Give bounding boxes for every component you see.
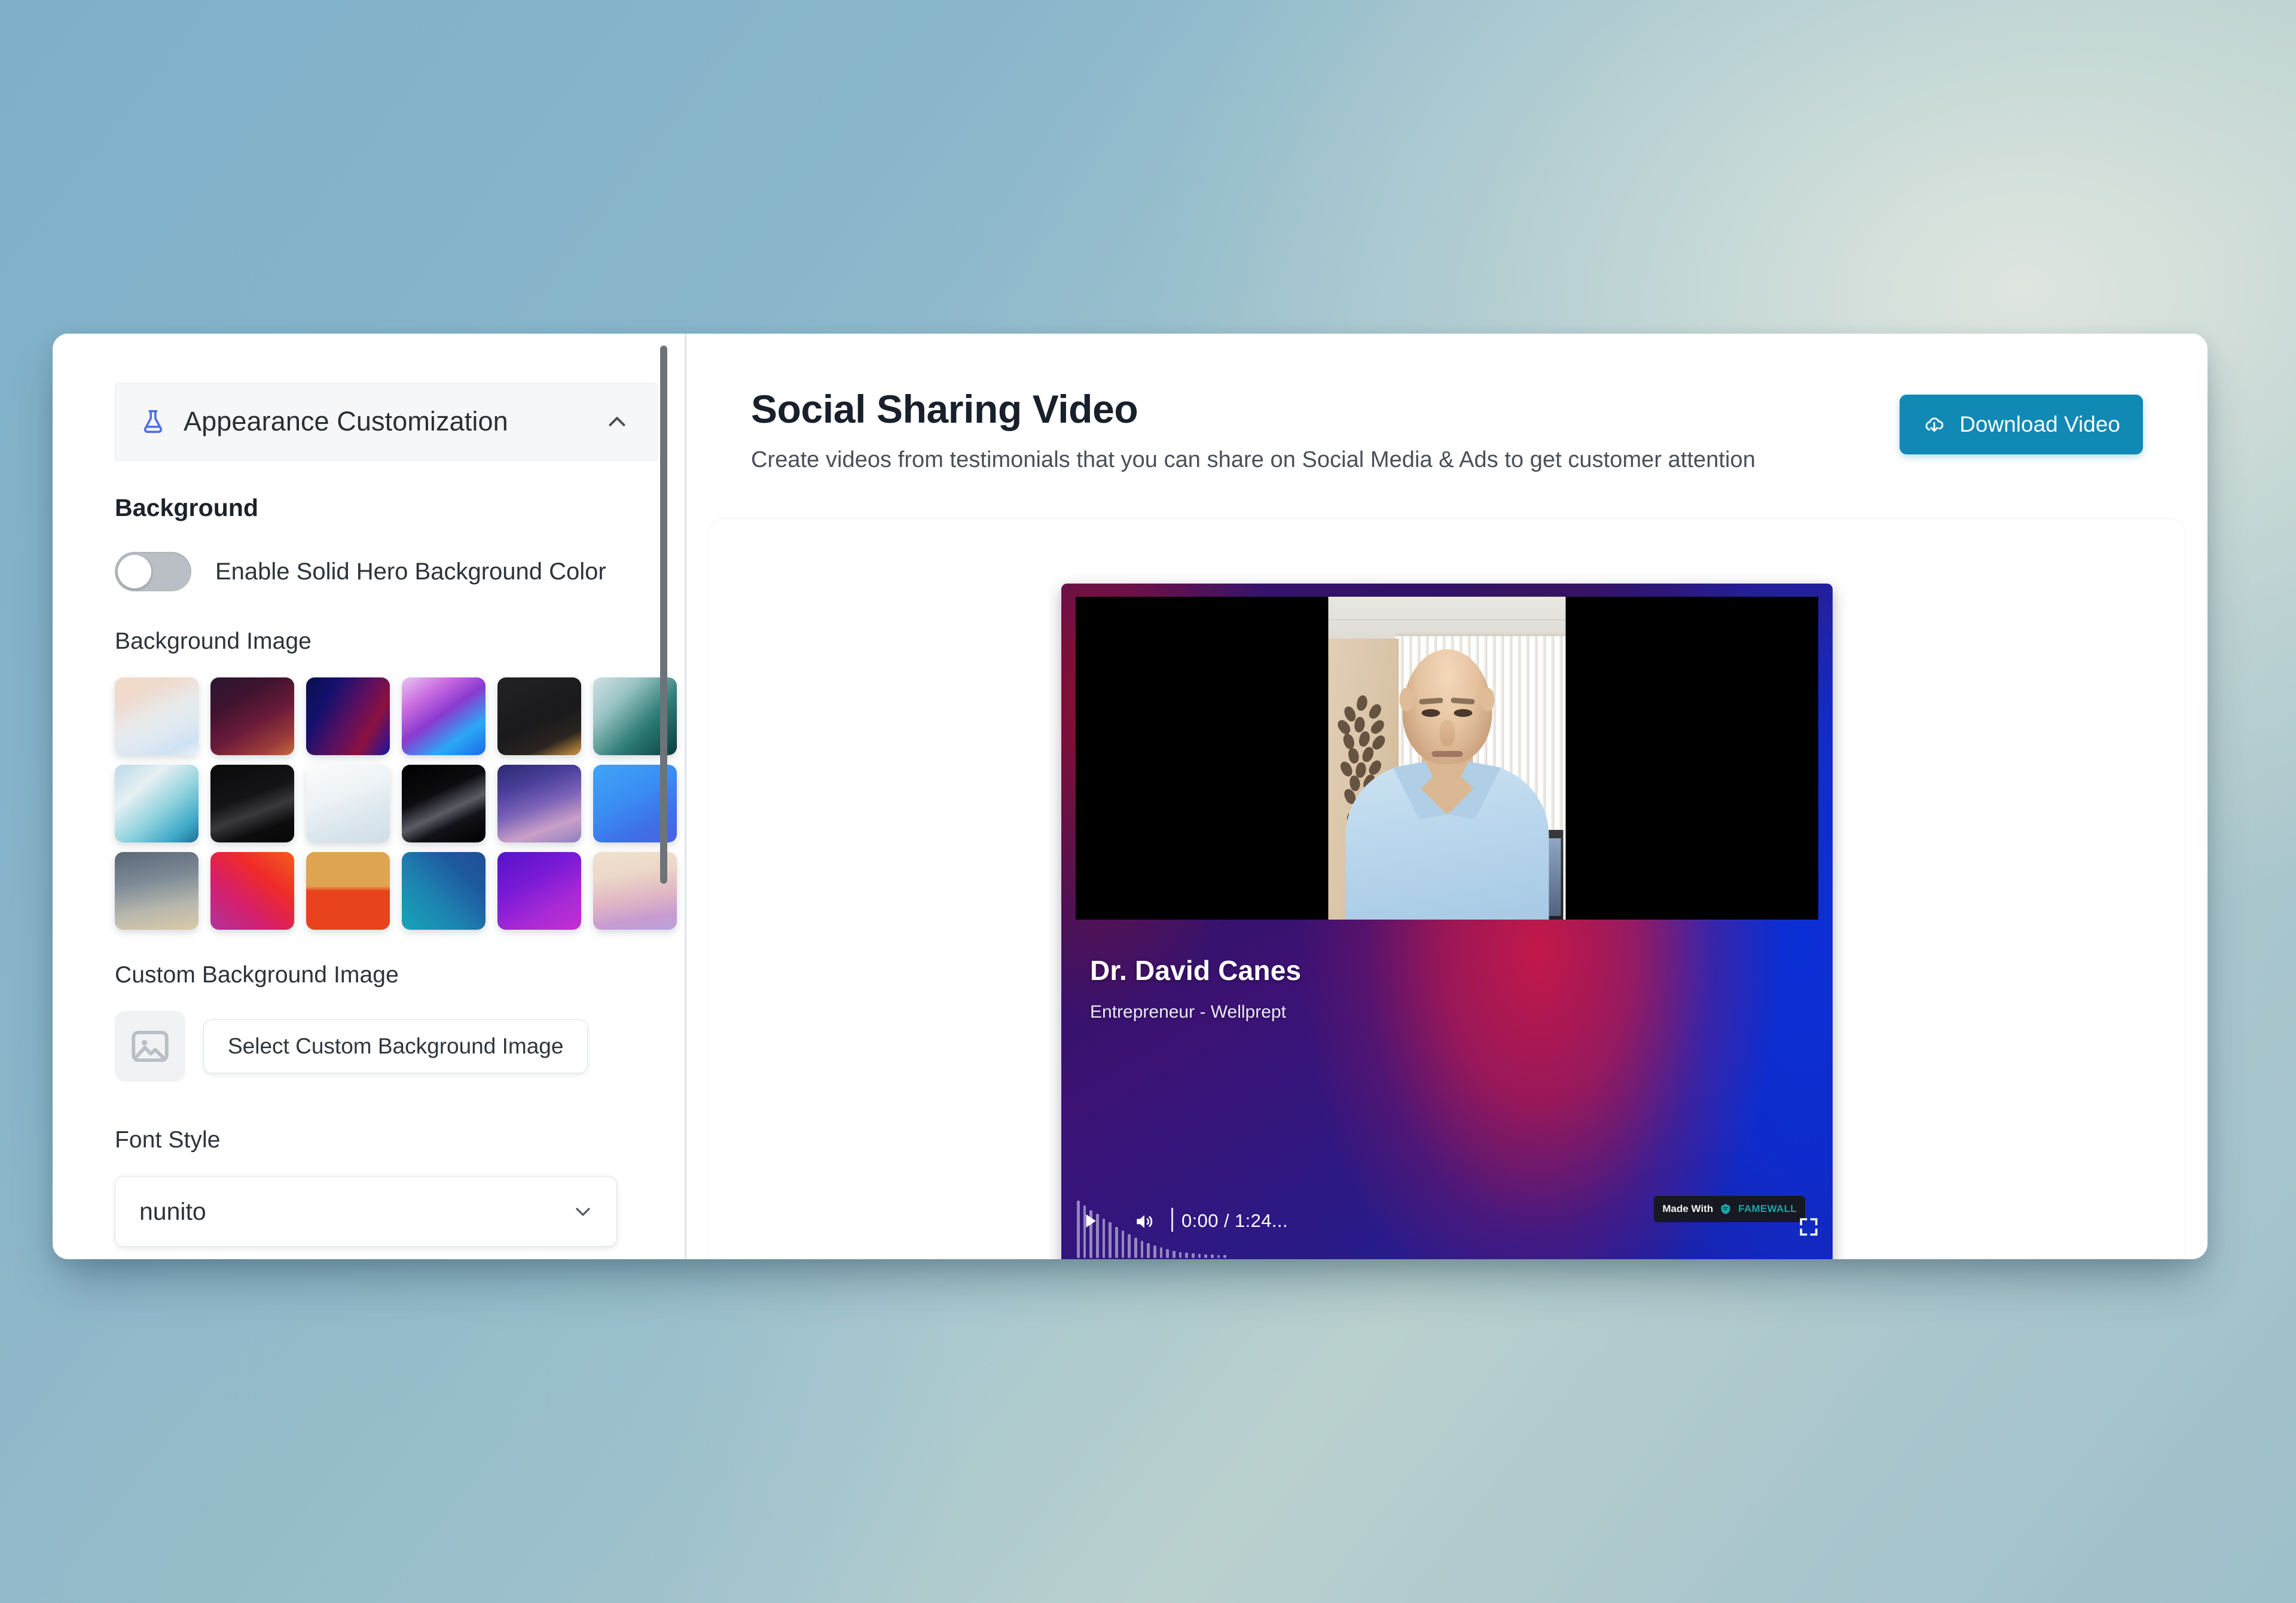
volume-icon[interactable] <box>1132 1210 1157 1233</box>
sidebar-scrollbar-thumb[interactable] <box>660 346 667 884</box>
font-style-value: nunito <box>139 1198 571 1226</box>
testimonial-person-role: Entrepreneur - Wellprept <box>1090 1002 1286 1022</box>
background-thumbnail-black-smoke-wave[interactable] <box>210 765 294 842</box>
play-icon[interactable] <box>1082 1210 1100 1232</box>
custom-background-row: Select Custom Background Image <box>115 1011 629 1082</box>
background-thumbnail-dark-plum-ember[interactable] <box>210 677 294 755</box>
video-overflow-ellipsis[interactable]: ... <box>1272 1210 1288 1231</box>
appearance-customization-header[interactable]: Appearance Customization <box>115 383 658 460</box>
background-thumbnail-charcoal-gold-streak[interactable] <box>497 677 581 755</box>
background-thumbnail-slate-sand[interactable] <box>115 852 199 930</box>
chevron-down-icon <box>571 1199 595 1223</box>
flask-icon <box>139 408 167 435</box>
background-thumbnail-grid <box>115 677 629 930</box>
image-icon <box>128 1024 172 1068</box>
main-header: Social Sharing Video Create videos from … <box>686 334 2208 473</box>
testimonial-person-name: Dr. David Canes <box>1090 954 1301 987</box>
solid-hero-toggle-label: Enable Solid Hero Background Color <box>215 558 606 585</box>
background-thumbnail-indigo-rose-glow[interactable] <box>497 765 581 842</box>
download-video-label: Download Video <box>1959 412 2120 437</box>
background-thumbnail-pastel-peach-blue[interactable] <box>115 677 199 755</box>
social-sharing-video-player[interactable]: Dr. David Canes Entrepreneur - Wellprept… <box>1061 584 1833 1259</box>
chevron-up-icon[interactable] <box>603 408 631 435</box>
background-image-label: Background Image <box>115 628 629 655</box>
video-time-display: 0:00 / 1:24... <box>1171 1208 1288 1232</box>
sidebar-scrollbar-track[interactable] <box>658 334 669 1259</box>
main-content: Social Sharing Video Create videos from … <box>686 334 2208 1259</box>
appearance-panel-body: Background Enable Solid Hero Background … <box>115 460 658 1247</box>
solid-hero-background-toggle[interactable] <box>115 552 191 591</box>
video-controls: 0:00 / 1:24... Made With FAMEWALL <box>1061 1181 1833 1259</box>
image-placeholder-icon <box>115 1011 185 1082</box>
video-thumbnail <box>1329 597 1566 920</box>
made-with-prefix: Made With <box>1662 1203 1713 1215</box>
background-thumbnail-deep-blue-crimson[interactable] <box>306 677 390 755</box>
testimonial-scene <box>1329 597 1566 920</box>
background-group-label: Background <box>115 494 629 522</box>
made-with-badge[interactable]: Made With FAMEWALL <box>1654 1196 1805 1222</box>
background-thumbnail-amber-red-split[interactable] <box>306 852 390 930</box>
made-with-brand: FAMEWALL <box>1738 1203 1797 1215</box>
download-video-button[interactable]: Download Video <box>1900 395 2143 454</box>
background-thumbnail-white-silver-mist[interactable] <box>306 765 390 842</box>
select-custom-background-image-button[interactable]: Select Custom Background Image <box>203 1019 588 1073</box>
solid-hero-toggle-row: Enable Solid Hero Background Color <box>115 552 629 591</box>
background-thumbnail-sky-teal-fade[interactable] <box>115 765 199 842</box>
page-title: Social Sharing Video <box>751 386 1900 432</box>
cloud-download-icon <box>1922 413 1946 436</box>
app-window-card: Appearance Customization Background Enab… <box>53 334 2208 1259</box>
page-subtitle: Create videos from testimonials that you… <box>751 447 1900 473</box>
background-thumbnail-ocean-cyan-navy[interactable] <box>402 852 486 930</box>
font-style-label: Font Style <box>115 1127 629 1153</box>
video-content-panel: Dr. David Canes Entrepreneur - Wellprept… <box>709 519 2185 1259</box>
appearance-customization-title: Appearance Customization <box>184 406 587 437</box>
font-style-select[interactable]: nunito <box>115 1176 617 1247</box>
background-thumbnail-black-satin-ribbon[interactable] <box>402 765 486 842</box>
video-time-text: 0:00 / 1:24 <box>1181 1210 1272 1231</box>
video-letterbox-frame <box>1076 597 1818 920</box>
background-thumbnail-magenta-scarlet[interactable] <box>210 852 294 930</box>
background-thumbnail-violet-cyan-swirl[interactable] <box>402 677 486 755</box>
famewall-logo-icon <box>1719 1202 1732 1216</box>
appearance-sidebar: Appearance Customization Background Enab… <box>53 334 686 1259</box>
custom-background-image-label: Custom Background Image <box>115 962 629 988</box>
background-thumbnail-electric-violet[interactable] <box>497 852 581 930</box>
fullscreen-icon[interactable] <box>1798 1216 1819 1238</box>
select-custom-background-image-label: Select Custom Background Image <box>228 1034 563 1059</box>
toggle-knob <box>118 555 151 588</box>
